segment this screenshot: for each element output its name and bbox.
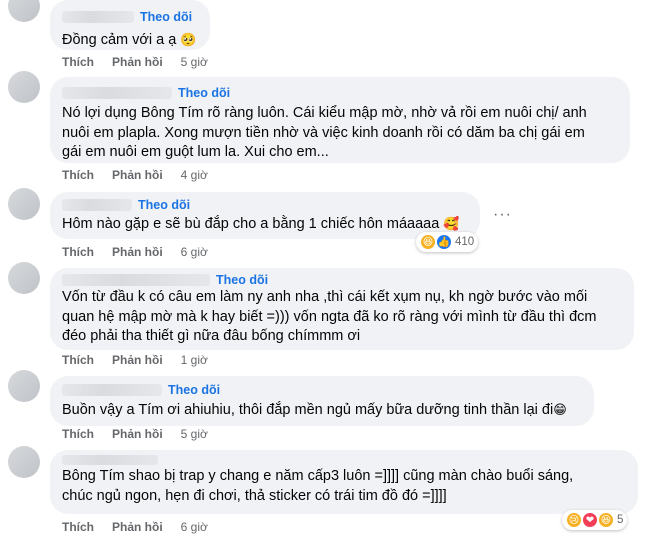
reply-button[interactable]: Phản hồi bbox=[112, 245, 163, 259]
comment-bubble: Theo dõi Nó lợi dụng Bông Tím rõ ràng lu… bbox=[50, 77, 630, 163]
avatar[interactable] bbox=[8, 0, 40, 22]
comment-text: Bông Tím shao bị trap y chang e năm cấp3… bbox=[62, 468, 574, 504]
comment-5: Theo dõi Buồn vậy a Tím ơi ahiuhiu, thôi… bbox=[0, 370, 652, 447]
like-button[interactable]: Thích bbox=[62, 245, 94, 259]
comment-text: Nó lợi dụng Bông Tím rõ ràng luôn. Cái k… bbox=[62, 105, 587, 160]
comment-actions: Thích Phản hồi 6 giờ bbox=[62, 520, 208, 534]
avatar[interactable] bbox=[8, 262, 40, 294]
comment-6: Bông Tím shao bị trap y chang e năm cấp3… bbox=[0, 446, 652, 540]
comment-bubble: Theo dõi Hôm nào gặp e sẽ bù đắp cho a b… bbox=[50, 192, 480, 239]
grinning-face-icon: 😁 bbox=[553, 403, 567, 418]
reaction-summary[interactable]: 😆 👍 410 bbox=[416, 232, 479, 252]
reply-button[interactable]: Phản hồi bbox=[112, 55, 163, 69]
like-button[interactable]: Thích bbox=[62, 520, 94, 534]
follow-link[interactable]: Theo dõi bbox=[138, 198, 190, 212]
comment-2: Theo dõi Nó lợi dụng Bông Tím rõ ràng lu… bbox=[0, 71, 652, 185]
comment-actions: Thích Phản hồi 4 giờ bbox=[62, 168, 208, 182]
comment-actions: Thích Phản hồi 1 giờ bbox=[62, 353, 208, 367]
reply-button[interactable]: Phản hồi bbox=[112, 427, 163, 441]
avatar[interactable] bbox=[8, 446, 40, 478]
avatar[interactable] bbox=[8, 370, 40, 402]
comment-bubble: Bông Tím shao bị trap y chang e năm cấp3… bbox=[50, 450, 638, 514]
follow-link[interactable]: Theo dõi bbox=[178, 86, 230, 100]
blurred-author-name[interactable] bbox=[62, 384, 162, 396]
pleading-face-icon: 🥺 bbox=[180, 33, 197, 48]
like-button[interactable]: Thích bbox=[62, 353, 94, 367]
comment-actions: Thích Phản hồi 5 giờ bbox=[62, 427, 208, 441]
comment-actions: Thích Phản hồi 6 giờ bbox=[62, 245, 208, 259]
comment-text: Buồn vậy a Tím ơi ahiuhiu, thôi đắp mền … bbox=[62, 402, 567, 418]
timestamp[interactable]: 6 giờ bbox=[181, 245, 208, 259]
smiling-face-with-hearts-icon: 🥰 bbox=[443, 217, 460, 232]
timestamp[interactable]: 6 giờ bbox=[181, 520, 208, 534]
reaction-count: 410 bbox=[455, 236, 475, 248]
like-button[interactable]: Thích bbox=[62, 427, 94, 441]
comment-actions: Thích Phản hồi 5 giờ bbox=[62, 55, 208, 69]
reaction-summary[interactable]: 😢 ❤ 😆 5 bbox=[562, 510, 628, 530]
comment-bubble: Theo dõi Buồn vậy a Tím ơi ahiuhiu, thôi… bbox=[50, 376, 594, 426]
reply-button[interactable]: Phản hồi bbox=[112, 353, 163, 367]
blurred-author-name[interactable] bbox=[62, 199, 132, 211]
comment-text: Hôm nào gặp e sẽ bù đắp cho a bằng 1 chi… bbox=[62, 216, 460, 232]
reply-button[interactable]: Phản hồi bbox=[112, 168, 163, 182]
blurred-author-name[interactable] bbox=[62, 274, 210, 286]
blurred-author-name[interactable] bbox=[62, 11, 134, 23]
haha-icon: 😆 bbox=[420, 234, 436, 250]
more-options-button[interactable]: ··· bbox=[493, 206, 512, 224]
love-icon: ❤ bbox=[582, 512, 598, 528]
comment-bubble: Theo dõi Đồng cảm với a ạ 🥺 bbox=[50, 0, 210, 50]
timestamp[interactable]: 1 giờ bbox=[181, 353, 208, 367]
comment-text: Vốn từ đầu k có câu em làm ny anh nha ,t… bbox=[62, 289, 597, 344]
follow-link[interactable]: Theo dõi bbox=[140, 10, 192, 24]
comment-text: Đồng cảm với a ạ 🥺 bbox=[62, 32, 197, 48]
follow-link[interactable]: Theo dõi bbox=[168, 383, 220, 397]
sad-icon: 😢 bbox=[566, 512, 582, 528]
comment-4: Theo dõi Vốn từ đầu k có câu em làm ny a… bbox=[0, 262, 652, 369]
avatar[interactable] bbox=[8, 188, 40, 220]
like-button[interactable]: Thích bbox=[62, 168, 94, 182]
timestamp[interactable]: 5 giờ bbox=[181, 55, 208, 69]
reaction-count: 5 bbox=[617, 514, 624, 526]
follow-link[interactable]: Theo dõi bbox=[216, 273, 268, 287]
comment-3: Theo dõi Hôm nào gặp e sẽ bù đắp cho a b… bbox=[0, 188, 652, 260]
comment-bubble: Theo dõi Vốn từ đầu k có câu em làm ny a… bbox=[50, 268, 634, 350]
like-icon: 👍 bbox=[436, 234, 452, 250]
haha-icon: 😆 bbox=[598, 512, 614, 528]
blurred-author-name[interactable] bbox=[62, 455, 158, 465]
avatar[interactable] bbox=[8, 71, 40, 103]
blurred-author-name[interactable] bbox=[62, 87, 172, 99]
comment-1: Theo dõi Đồng cảm với a ạ 🥺 Thích Phản h… bbox=[0, 0, 652, 72]
timestamp[interactable]: 4 giờ bbox=[181, 168, 208, 182]
like-button[interactable]: Thích bbox=[62, 55, 94, 69]
reply-button[interactable]: Phản hồi bbox=[112, 520, 163, 534]
timestamp[interactable]: 5 giờ bbox=[181, 427, 208, 441]
